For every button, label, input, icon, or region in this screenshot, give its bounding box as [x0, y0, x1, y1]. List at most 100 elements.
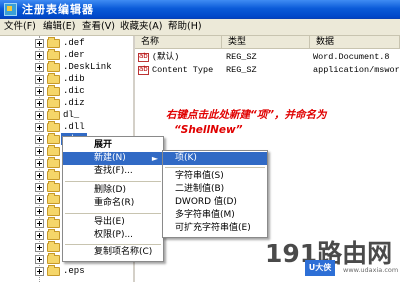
ctx-permissions-label: 权限(P)... [94, 230, 134, 240]
ctx-export[interactable]: 导出(E) [63, 216, 163, 229]
ctx-new-label: 新建(N) [94, 153, 126, 163]
folder-icon [47, 73, 60, 84]
tree-item-label: .DeskLink [63, 62, 112, 72]
ctx-rename[interactable]: 重命名(R) [63, 197, 163, 210]
tree-item[interactable]: .dib [0, 73, 133, 85]
expand-plus-icon[interactable] [35, 99, 44, 108]
expand-plus-icon[interactable] [35, 111, 44, 120]
sub-dword-value[interactable]: DWORD 值(D) [163, 196, 267, 209]
sub-dword-value-label: DWORD 值(D) [175, 197, 237, 207]
sub-key[interactable]: 项(K) [163, 152, 267, 165]
string-value-icon [138, 65, 149, 75]
ctx-find[interactable]: 查找(F)... [63, 165, 163, 178]
folder-icon [47, 85, 60, 96]
expand-plus-icon[interactable] [35, 39, 44, 48]
tree-item-label: .dll [63, 122, 85, 132]
tree-item[interactable]: .def [0, 37, 133, 49]
sub-binary-value-label: 二进制值(B) [175, 184, 225, 194]
tree-item-label: .dic [63, 86, 85, 96]
expand-plus-icon[interactable] [35, 183, 44, 192]
expand-plus-icon[interactable] [35, 123, 44, 132]
expand-plus-icon[interactable] [35, 267, 44, 276]
sub-string-value[interactable]: 字符串值(S) [163, 170, 267, 183]
tree-item[interactable]: .der [0, 49, 133, 61]
context-menu: 展开 新建(N) ► 查找(F)... 删除(D) 重命名(R) 导出(E) 权限… [62, 136, 164, 262]
instruction-annotation: 右键点击此处新建“项”，并命名为 “ShellNew” [166, 108, 327, 138]
folder-icon [47, 157, 60, 168]
folder-icon [47, 133, 60, 144]
expand-plus-icon[interactable] [35, 195, 44, 204]
ctx-new[interactable]: 新建(N) ► [63, 152, 163, 165]
tree-item[interactable]: dl_ [0, 109, 133, 121]
value-row[interactable]: Content Type REG_SZ application/msword [135, 64, 400, 77]
title-bar[interactable]: 注册表编辑器 [0, 0, 400, 19]
expand-plus-icon[interactable] [35, 51, 44, 60]
expand-plus-icon[interactable] [35, 171, 44, 180]
menu-file[interactable]: 文件(F) [4, 20, 36, 34]
column-header-type[interactable]: 类型 [222, 36, 310, 49]
expand-plus-icon[interactable] [35, 87, 44, 96]
menu-separator [165, 167, 265, 168]
tree-item-label: .der [63, 50, 85, 60]
tree-item[interactable]: .diz [0, 97, 133, 109]
ctx-find-label: 查找(F)... [94, 166, 133, 176]
expand-plus-icon[interactable] [35, 75, 44, 84]
ctx-expand-label: 展开 [94, 140, 113, 150]
sub-multi-string-value[interactable]: 多字符串值(M) [163, 209, 267, 222]
value-type: REG_SZ [226, 65, 257, 75]
tree-item[interactable]: .dic [0, 85, 133, 97]
tree-item[interactable]: .DeskLink [0, 61, 133, 73]
ctx-expand[interactable]: 展开 [63, 139, 163, 152]
menu-favorites[interactable]: 收藏夹(A) [120, 20, 162, 34]
column-header-name[interactable]: 名称 [135, 36, 222, 49]
new-submenu: 项(K) 字符串值(S) 二进制值(B) DWORD 值(D) 多字符串值(M)… [162, 150, 268, 238]
column-header-data[interactable]: 数据 [310, 36, 400, 49]
menu-separator [65, 213, 161, 214]
sub-binary-value[interactable]: 二进制值(B) [163, 183, 267, 196]
value-row[interactable]: (默认) REG_SZ Word.Document.8 [135, 51, 400, 64]
value-data: application/msword [313, 65, 400, 75]
folder-icon [47, 193, 60, 204]
expand-plus-icon[interactable] [35, 63, 44, 72]
sub-expandable-string-value-label: 可扩充字符串值(E) [175, 223, 251, 233]
folder-icon [47, 121, 60, 132]
value-name: (默认) [152, 52, 180, 62]
sub-expandable-string-value[interactable]: 可扩充字符串值(E) [163, 222, 267, 235]
folder-icon [47, 217, 60, 228]
tree-item[interactable]: .eps [0, 265, 133, 277]
folder-icon [47, 37, 60, 48]
expand-plus-icon[interactable] [35, 159, 44, 168]
tree-item-label: .def [63, 38, 85, 48]
tree-item-label: dl_ [63, 110, 80, 120]
menu-view[interactable]: 查看(V) [82, 20, 115, 34]
ctx-rename-label: 重命名(R) [94, 198, 135, 208]
menu-edit[interactable]: 编辑(E) [43, 20, 75, 34]
watermark-url: www.udaxia.com [343, 266, 399, 274]
tree-item[interactable]: .dll [0, 121, 133, 133]
ctx-permissions[interactable]: 权限(P)... [63, 229, 163, 242]
menu-bar: 文件(F) 编辑(E) 查看(V) 收藏夹(A) 帮助(H) [0, 19, 400, 36]
annotation-line-1: 右键点击此处新建“项”，并命名为 [166, 109, 327, 121]
expand-plus-icon[interactable] [35, 207, 44, 216]
sub-multi-string-value-label: 多字符串值(M) [175, 210, 235, 220]
value-type: REG_SZ [226, 52, 257, 62]
ctx-copy-key-name[interactable]: 复制项名称(C) [63, 246, 163, 259]
annotation-line-2: “ShellNew” [174, 124, 243, 136]
expand-plus-icon[interactable] [35, 147, 44, 156]
folder-icon [47, 205, 60, 216]
ctx-delete[interactable]: 删除(D) [63, 184, 163, 197]
expand-plus-icon[interactable] [35, 135, 44, 144]
folder-icon [47, 97, 60, 108]
menu-help[interactable]: 帮助(H) [168, 20, 202, 34]
folder-icon [47, 49, 60, 60]
expand-plus-icon[interactable] [35, 231, 44, 240]
expand-plus-icon[interactable] [35, 219, 44, 228]
expand-plus-icon[interactable] [35, 255, 44, 264]
menu-separator [65, 181, 161, 182]
value-name: Content Type [152, 65, 214, 75]
expand-plus-icon[interactable] [35, 243, 44, 252]
menu-separator [65, 244, 161, 245]
tree-item-label: .dib [63, 74, 85, 84]
ctx-delete-label: 删除(D) [94, 185, 126, 195]
folder-icon [47, 253, 60, 264]
